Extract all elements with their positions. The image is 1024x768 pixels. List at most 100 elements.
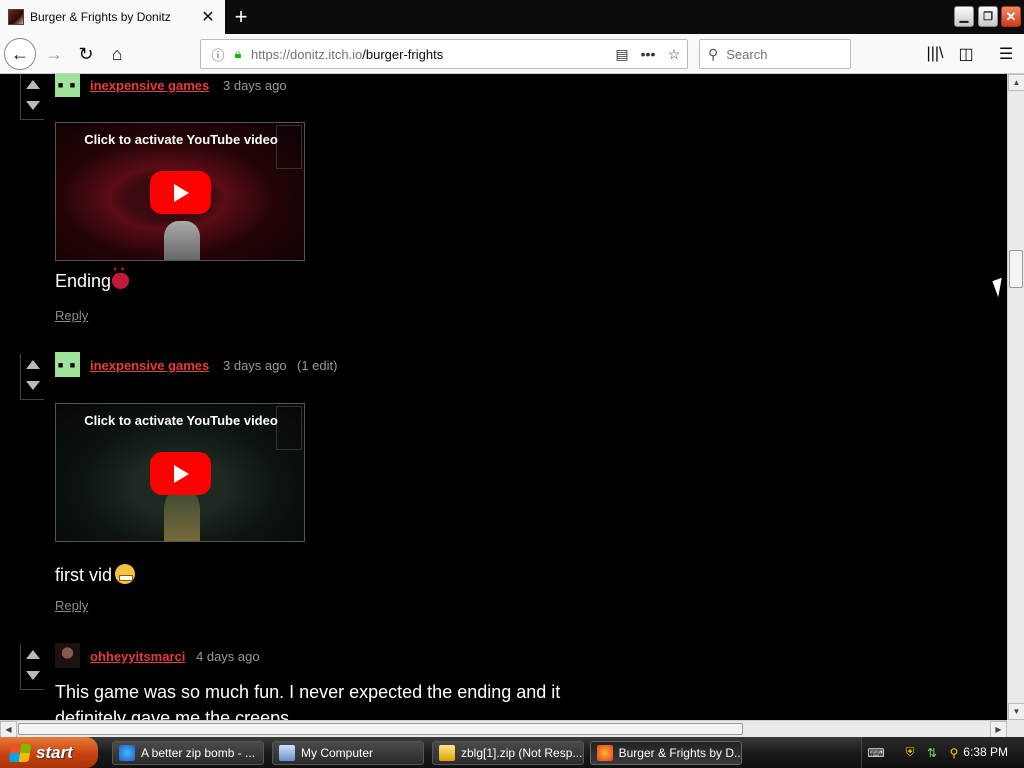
browser-titlebar: Burger & Frights by Donitz ✕ + ▁ ❐ ✕ (0, 0, 1024, 34)
avatar[interactable] (55, 643, 80, 668)
internet-explorer-icon (119, 745, 135, 761)
reply-link[interactable]: Reply (55, 598, 88, 613)
home-icon: ⌂ (111, 43, 123, 64)
search-bar[interactable]: ⚲ (699, 39, 851, 69)
taskbar-clock: 6:38 PM (963, 745, 1008, 759)
comment-text-content: Ending (55, 271, 112, 291)
system-tray: ⌨ ⛨ ⇅ ⚲ 6:38 PM (861, 737, 1024, 768)
comment-text-content: first vid (55, 565, 113, 585)
reload-button[interactable]: ↻ (72, 40, 100, 68)
horizontal-scrollbar[interactable]: ◀ ▶ (0, 720, 1007, 738)
upvote-arrow-icon[interactable] (26, 650, 40, 659)
tab-favicon-icon (8, 9, 24, 25)
bookmark-star-icon[interactable]: ☆ (661, 46, 687, 63)
vote-controls (20, 74, 44, 120)
reader-view-icon[interactable]: ▤ (609, 46, 635, 63)
comment-text: This game was so much fun. I never expec… (55, 682, 561, 702)
taskbar-item-label: Burger & Frights by D... (618, 746, 741, 760)
taskbar-item-ie[interactable]: A better zip bomb - ... (112, 741, 264, 765)
vertical-scrollbar[interactable]: ▲ ▼ (1007, 74, 1024, 720)
youtube-play-icon[interactable] (150, 171, 211, 214)
horizontal-scroll-thumb[interactable] (18, 723, 743, 735)
home-button[interactable]: ⌂ (103, 40, 131, 68)
url-text[interactable]: https://donitz.itch.io/burger-frights (251, 47, 609, 62)
comment-text: Ending (55, 266, 130, 292)
comment-text: definitely gave me the creeps. (55, 708, 295, 720)
comment-timestamp[interactable]: 3 days ago (223, 78, 287, 93)
youtube-play-icon[interactable] (150, 452, 211, 495)
vertical-scroll-thumb[interactable] (1009, 250, 1023, 288)
browser-navbar: ← → ↻ ⌂ ⓘ 🔒︎ https://donitz.itch.io/burg… (0, 34, 1024, 74)
grimace-emoji-icon (115, 564, 136, 584)
library-icon[interactable]: |||\ (923, 42, 947, 66)
upvote-arrow-icon[interactable] (26, 360, 40, 369)
back-button[interactable]: ← (4, 38, 36, 70)
comment-author-link[interactable]: ohheyyitsmarci (90, 649, 185, 664)
youtube-embed[interactable]: Click to activate YouTube video (55, 403, 305, 542)
window-restore-button[interactable]: ❐ (978, 6, 998, 27)
tab-close-icon[interactable]: ✕ (197, 6, 219, 28)
search-input[interactable] (726, 46, 837, 62)
avatar[interactable]: ■ ■ (55, 352, 80, 377)
window-close-button[interactable]: ✕ (1001, 6, 1021, 27)
video-thumbnail-figure (164, 221, 200, 260)
scroll-down-arrow-icon[interactable]: ▼ (1008, 703, 1024, 720)
search-icon: ⚲ (708, 45, 719, 62)
security-shield-icon[interactable]: ⛨ (902, 745, 918, 761)
taskbar-item-firefox[interactable]: Burger & Frights by D... (590, 741, 742, 765)
arrow-left-icon: ← (11, 43, 29, 64)
windows-flag-icon (8, 743, 32, 762)
downvote-arrow-icon[interactable] (26, 381, 40, 390)
info-icon[interactable]: ⓘ (207, 45, 229, 64)
avatar-face-icon: ■ ■ (57, 359, 78, 370)
new-tab-button[interactable]: + (228, 4, 254, 30)
devil-emoji-icon (112, 266, 130, 289)
sidebar-icon[interactable]: ◫ (954, 42, 978, 66)
search-tray-icon[interactable]: ⚲ (946, 745, 962, 761)
vote-controls (20, 354, 44, 400)
downvote-arrow-icon[interactable] (26, 101, 40, 110)
taskbar-item-label: A better zip bomb - ... (141, 746, 256, 760)
comment-timestamp[interactable]: 4 days ago (196, 649, 260, 664)
keyboard-icon[interactable]: ⌨ (867, 745, 884, 761)
reload-icon: ↻ (78, 43, 94, 64)
vote-controls (20, 644, 44, 690)
taskbar-item-zip[interactable]: zblg[1].zip (Not Resp... (432, 741, 584, 765)
arrow-right-icon: → (45, 43, 63, 64)
taskbar-item-label: My Computer (301, 746, 374, 760)
window-minimize-button[interactable]: ▁ (954, 6, 974, 27)
comment-text: first vid (55, 564, 136, 586)
scrollbar-corner (1007, 720, 1024, 737)
page-actions-icon[interactable]: ••• (635, 46, 661, 62)
downvote-arrow-icon[interactable] (26, 671, 40, 680)
windows-taskbar: start A better zip bomb - ... My Compute… (0, 737, 1024, 768)
taskbar-item-label: zblg[1].zip (Not Resp... (461, 746, 583, 760)
scroll-right-arrow-icon[interactable]: ▶ (990, 721, 1007, 738)
start-label: start (36, 742, 73, 762)
video-activate-label: Click to activate YouTube video (84, 132, 278, 147)
forward-button[interactable]: → (40, 40, 68, 68)
comment-timestamp[interactable]: 3 days ago (223, 358, 287, 373)
network-icon[interactable]: ⇅ (924, 745, 940, 761)
url-path: /burger-frights (362, 46, 444, 62)
menu-hamburger-icon[interactable]: ☰ (994, 42, 1018, 66)
comment-author-link[interactable]: inexpensive games (90, 358, 209, 373)
video-activate-label: Click to activate YouTube video (84, 413, 278, 428)
browser-tab-active[interactable]: Burger & Frights by Donitz ✕ (0, 0, 225, 34)
url-bar[interactable]: ⓘ 🔒︎ https://donitz.itch.io/burger-frigh… (200, 39, 688, 69)
zip-folder-icon (439, 745, 455, 761)
comment-author-link[interactable]: inexpensive games (90, 78, 209, 93)
upvote-arrow-icon[interactable] (26, 80, 40, 89)
scroll-left-arrow-icon[interactable]: ◀ (0, 721, 17, 738)
start-button[interactable]: start (0, 737, 98, 768)
video-thumbnail-figure (164, 488, 200, 541)
avatar[interactable]: ■ ■ (55, 74, 80, 97)
youtube-embed[interactable]: Click to activate YouTube video (55, 122, 305, 261)
comment-edit-count: (1 edit) (297, 358, 338, 373)
avatar-face-icon: ■ ■ (57, 79, 78, 90)
lock-icon[interactable]: 🔒︎ (229, 46, 247, 62)
scroll-up-arrow-icon[interactable]: ▲ (1008, 74, 1024, 91)
taskbar-item-my-computer[interactable]: My Computer (272, 741, 424, 765)
reply-link[interactable]: Reply (55, 308, 88, 323)
tab-title: Burger & Frights by Donitz (30, 10, 171, 24)
